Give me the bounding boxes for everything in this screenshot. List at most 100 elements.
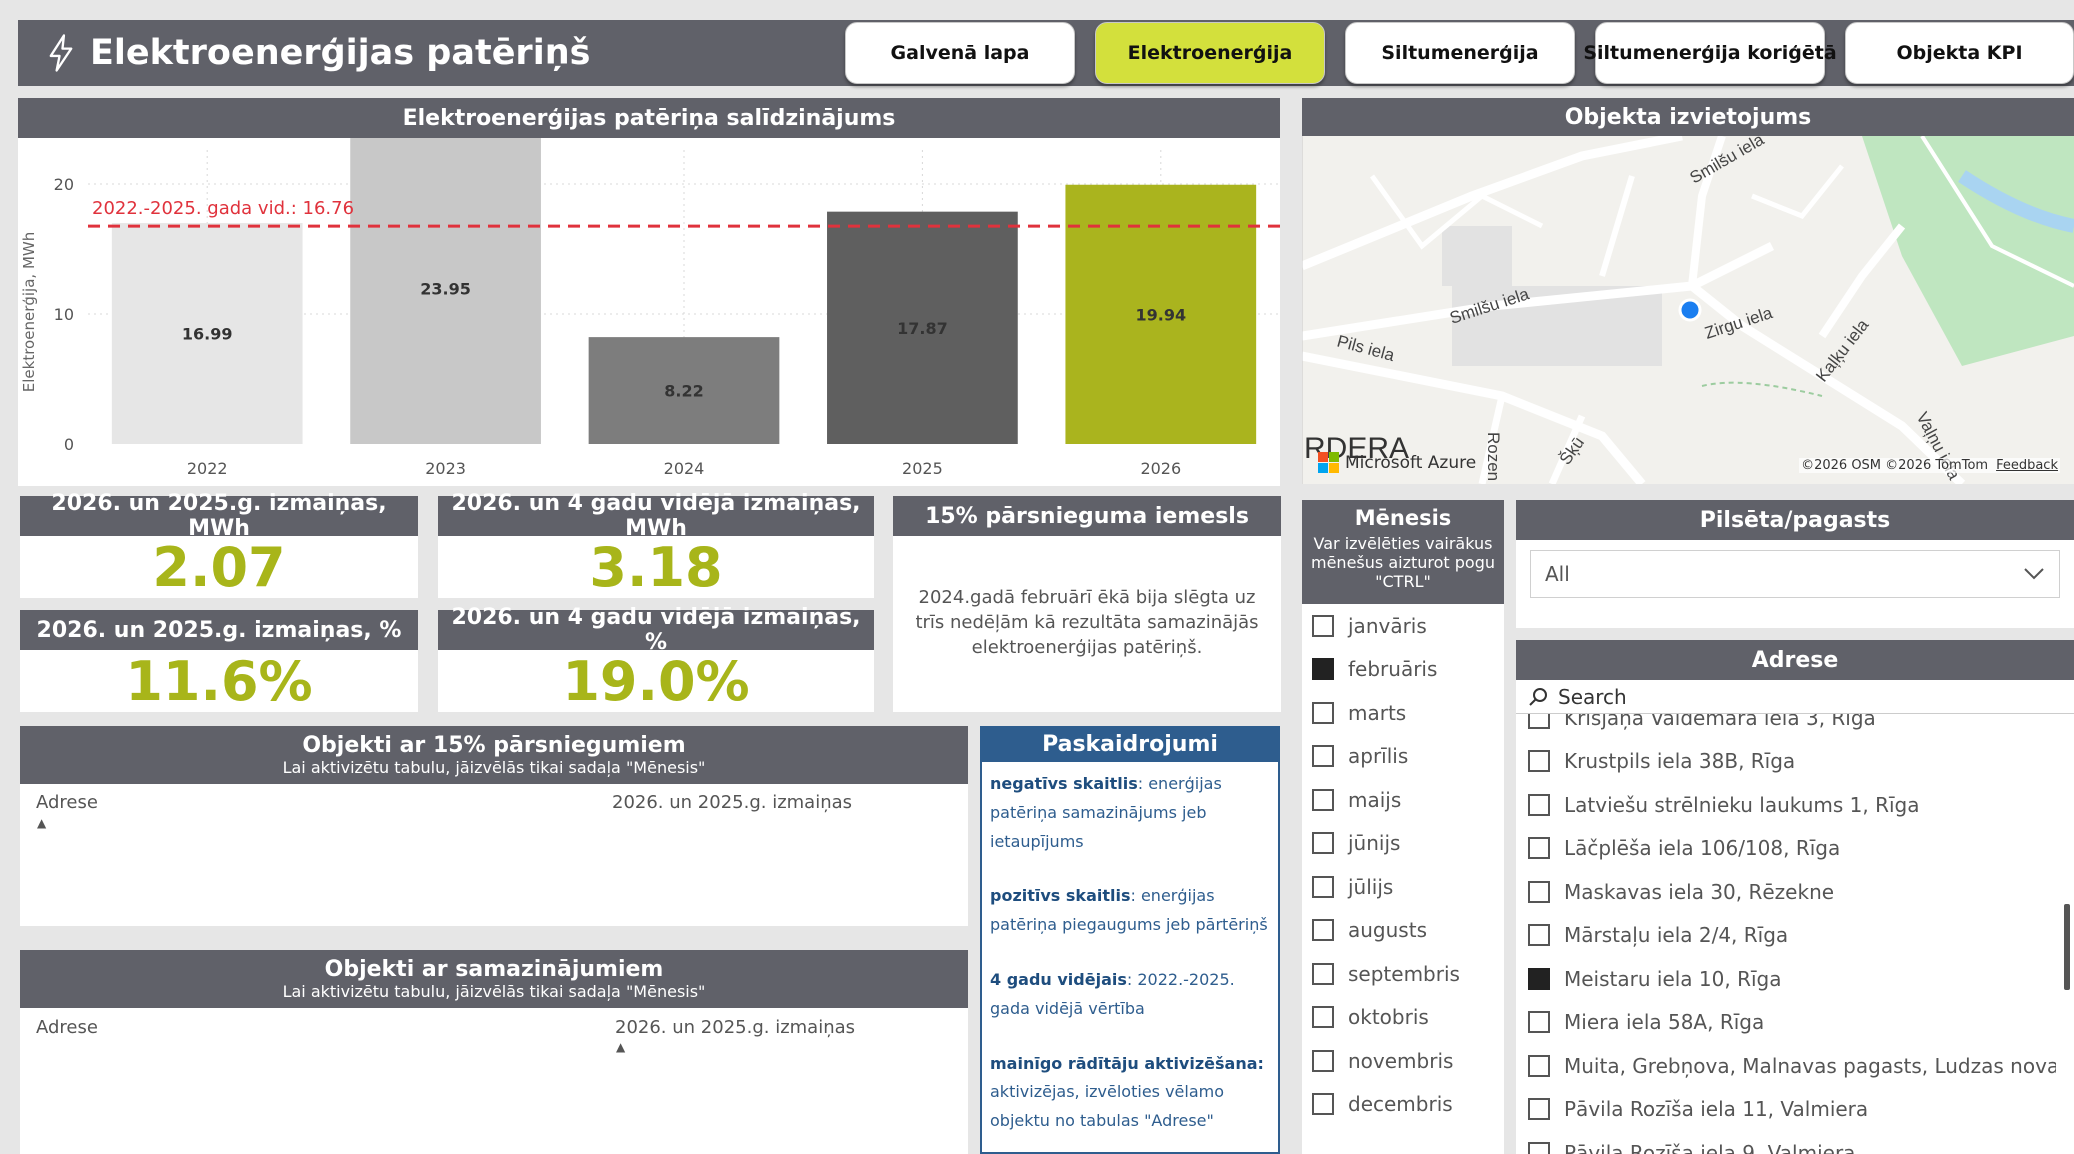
checkbox[interactable] [1312,875,1334,898]
column-header-change[interactable]: 2026. un 2025.g. izmaiņas [615,1017,855,1038]
checkbox[interactable] [1312,614,1334,637]
address-option[interactable]: Mārstaļu iela 2/4, Rīga [1516,914,2056,958]
legend-item: mainīgo rādītāju aktivizēšana: aktivizēj… [990,1050,1270,1136]
kpi-value: 11.6% [125,649,313,713]
savings-table-header: Objekti ar samazinājumiem Lai aktivizētu… [20,950,968,1008]
sort-ascending-icon[interactable]: ▲ [616,1040,625,1054]
checkbox[interactable] [1528,1141,1550,1154]
month-label: marts [1348,700,1407,725]
page-title-text: Elektroenerģijas patēriņš [90,33,591,73]
month-option[interactable]: janvāris [1302,604,1504,648]
kpi-title: 2026. un 4 gadu vidējā izmaiņas, MWh [438,491,874,541]
legend-item: pozitīvs skaitlis: enerģijas patēriņa pi… [990,882,1270,940]
address-option[interactable]: Maskavas iela 30, Rēzekne [1516,870,2056,914]
nav-button-home[interactable]: Galvenā lapa [845,22,1075,84]
address-option[interactable]: Miera iela 58A, Rīga [1516,1001,2056,1045]
month-option[interactable]: aprīlis [1302,735,1504,779]
month-option[interactable]: augusts [1302,909,1504,953]
legend-panel: Paskaidrojumi negatīvs skaitlis: enerģij… [980,726,1280,1154]
kpi-title: 2026. un 4 gadu vidējā izmaiņas, % [438,605,874,655]
month-label: februāris [1348,657,1438,682]
sort-ascending-icon[interactable]: ▲ [37,816,46,830]
x-tick-label: 2023 [425,459,466,478]
checkbox[interactable] [1312,658,1334,681]
month-option[interactable]: jūlijs [1302,865,1504,909]
month-option[interactable]: septembris [1302,952,1504,996]
microsoft-logo-icon [1318,452,1339,473]
azure-logo: Microsoft Azure [1318,452,1476,473]
address-option[interactable]: Latviešu strēlnieku laukums 1, Rīga [1516,783,2056,827]
checkbox[interactable] [1528,924,1550,947]
month-option[interactable]: maijs [1302,778,1504,822]
month-option[interactable]: marts [1302,691,1504,735]
checkbox[interactable] [1312,832,1334,855]
address-label: Lāčplēša iela 106/108, Rīga [1564,836,1841,861]
address-scrollbar[interactable] [2064,904,2070,990]
checkbox[interactable] [1528,1054,1550,1077]
checkbox[interactable] [1528,1011,1550,1034]
address-label: Krustpils iela 38B, Rīga [1564,749,1796,774]
column-header-address[interactable]: Adrese [36,792,98,813]
checkbox[interactable] [1528,967,1550,990]
checkbox[interactable] [1312,745,1334,768]
checkbox[interactable] [1528,750,1550,773]
address-option[interactable]: Muita, Grebņova, Malnavas pagasts, Ludza… [1516,1044,2056,1088]
column-header-address[interactable]: Adrese [36,1017,98,1038]
savings-table-title: Objekti ar samazinājumiem [324,956,664,982]
address-option[interactable]: Pāvila Rozīša iela 9, Valmiera [1516,1131,2056,1154]
location-map[interactable]: Smilšu iela Smilšu iela Zirgu iela Pils … [1302,136,2074,484]
map-streets: Smilšu iela Smilšu iela Zirgu iela Pils … [1302,136,2074,484]
nav-button-heat[interactable]: Siltumenerģija [1345,22,1575,84]
nav-button-heat-corrected[interactable]: Siltumenerģija koriģētā [1583,22,1837,84]
checkbox[interactable] [1312,1093,1334,1116]
page-title: Elektroenerģijas patēriņš [46,20,590,86]
address-label: Meistaru iela 10, Rīga [1564,966,1782,991]
y-tick-label: 20 [54,175,74,194]
address-label: Miera iela 58A, Rīga [1564,1010,1765,1035]
feedback-link[interactable]: Feedback [1996,458,2058,473]
address-list[interactable]: Krišjāņa Valdemāra iela 3, Rīga Krustpils… [1516,714,2056,1154]
month-option[interactable]: februāris [1302,648,1504,692]
checkbox[interactable] [1312,1049,1334,1072]
checkbox[interactable] [1528,1098,1550,1121]
chevron-down-icon [2024,568,2044,580]
attribution-text: ©2026 OSM ©2026 TomTom [1801,458,1989,473]
legend-item: negatīvs skaitlis: enerģijas patēriņa sa… [990,770,1270,856]
checkbox[interactable] [1312,1006,1334,1029]
legend-item: 4 gadu vidējais: 2022.-2025. gada vidējā… [990,966,1270,1024]
checkbox[interactable] [1528,837,1550,860]
month-option[interactable]: oktobris [1302,996,1504,1040]
checkbox[interactable] [1528,714,1550,729]
chart-panel-title: Elektroenerģijas patēriņa salīdzinājums [18,98,1280,138]
nav-button-object-kpi[interactable]: Objekta KPI [1845,22,2074,84]
kpi-title: 2026. un 2025.g. izmaiņas, MWh [20,491,418,541]
city-dropdown[interactable]: All [1530,550,2060,598]
checkbox[interactable] [1312,919,1334,942]
nav-button-electricity[interactable]: Elektroenerģija [1095,22,1325,84]
address-option[interactable]: Krišjāņa Valdemāra iela 3, Rīga [1516,714,2056,740]
checkbox[interactable] [1312,962,1334,985]
kpi-value: 19.0% [562,649,750,713]
checkbox[interactable] [1312,701,1334,724]
address-option[interactable]: Meistaru iela 10, Rīga [1516,957,2056,1001]
address-option[interactable]: Lāčplēša iela 106/108, Rīga [1516,827,2056,871]
checkbox[interactable] [1528,793,1550,816]
month-option[interactable]: jūnijs [1302,822,1504,866]
location-pin-icon[interactable] [1678,298,1702,322]
checkbox[interactable] [1528,880,1550,903]
month-label: decembris [1348,1092,1453,1117]
map-attribution: ©2026 OSM ©2026 TomTom Feedback [1799,458,2060,473]
column-header-change[interactable]: 2026. un 2025.g. izmaiņas [612,792,852,813]
checkbox[interactable] [1312,788,1334,811]
month-option[interactable]: novembris [1302,1039,1504,1083]
street-label: Smilšu iela [1687,136,1768,187]
month-label: oktobris [1348,1005,1429,1030]
address-search[interactable]: Search [1516,680,2074,714]
bar-data-label: 8.22 [664,382,703,401]
address-option[interactable]: Krustpils iela 38B, Rīga [1516,740,2056,784]
address-option[interactable]: Pāvila Rozīša iela 11, Valmiera [1516,1088,2056,1132]
month-option[interactable]: decembris [1302,1083,1504,1127]
address-list-viewport: Krišjāņa Valdemāra iela 3, Rīga Krustpils… [1516,714,2056,1154]
month-label: novembris [1348,1048,1454,1073]
month-label: jūlijs [1348,874,1394,899]
